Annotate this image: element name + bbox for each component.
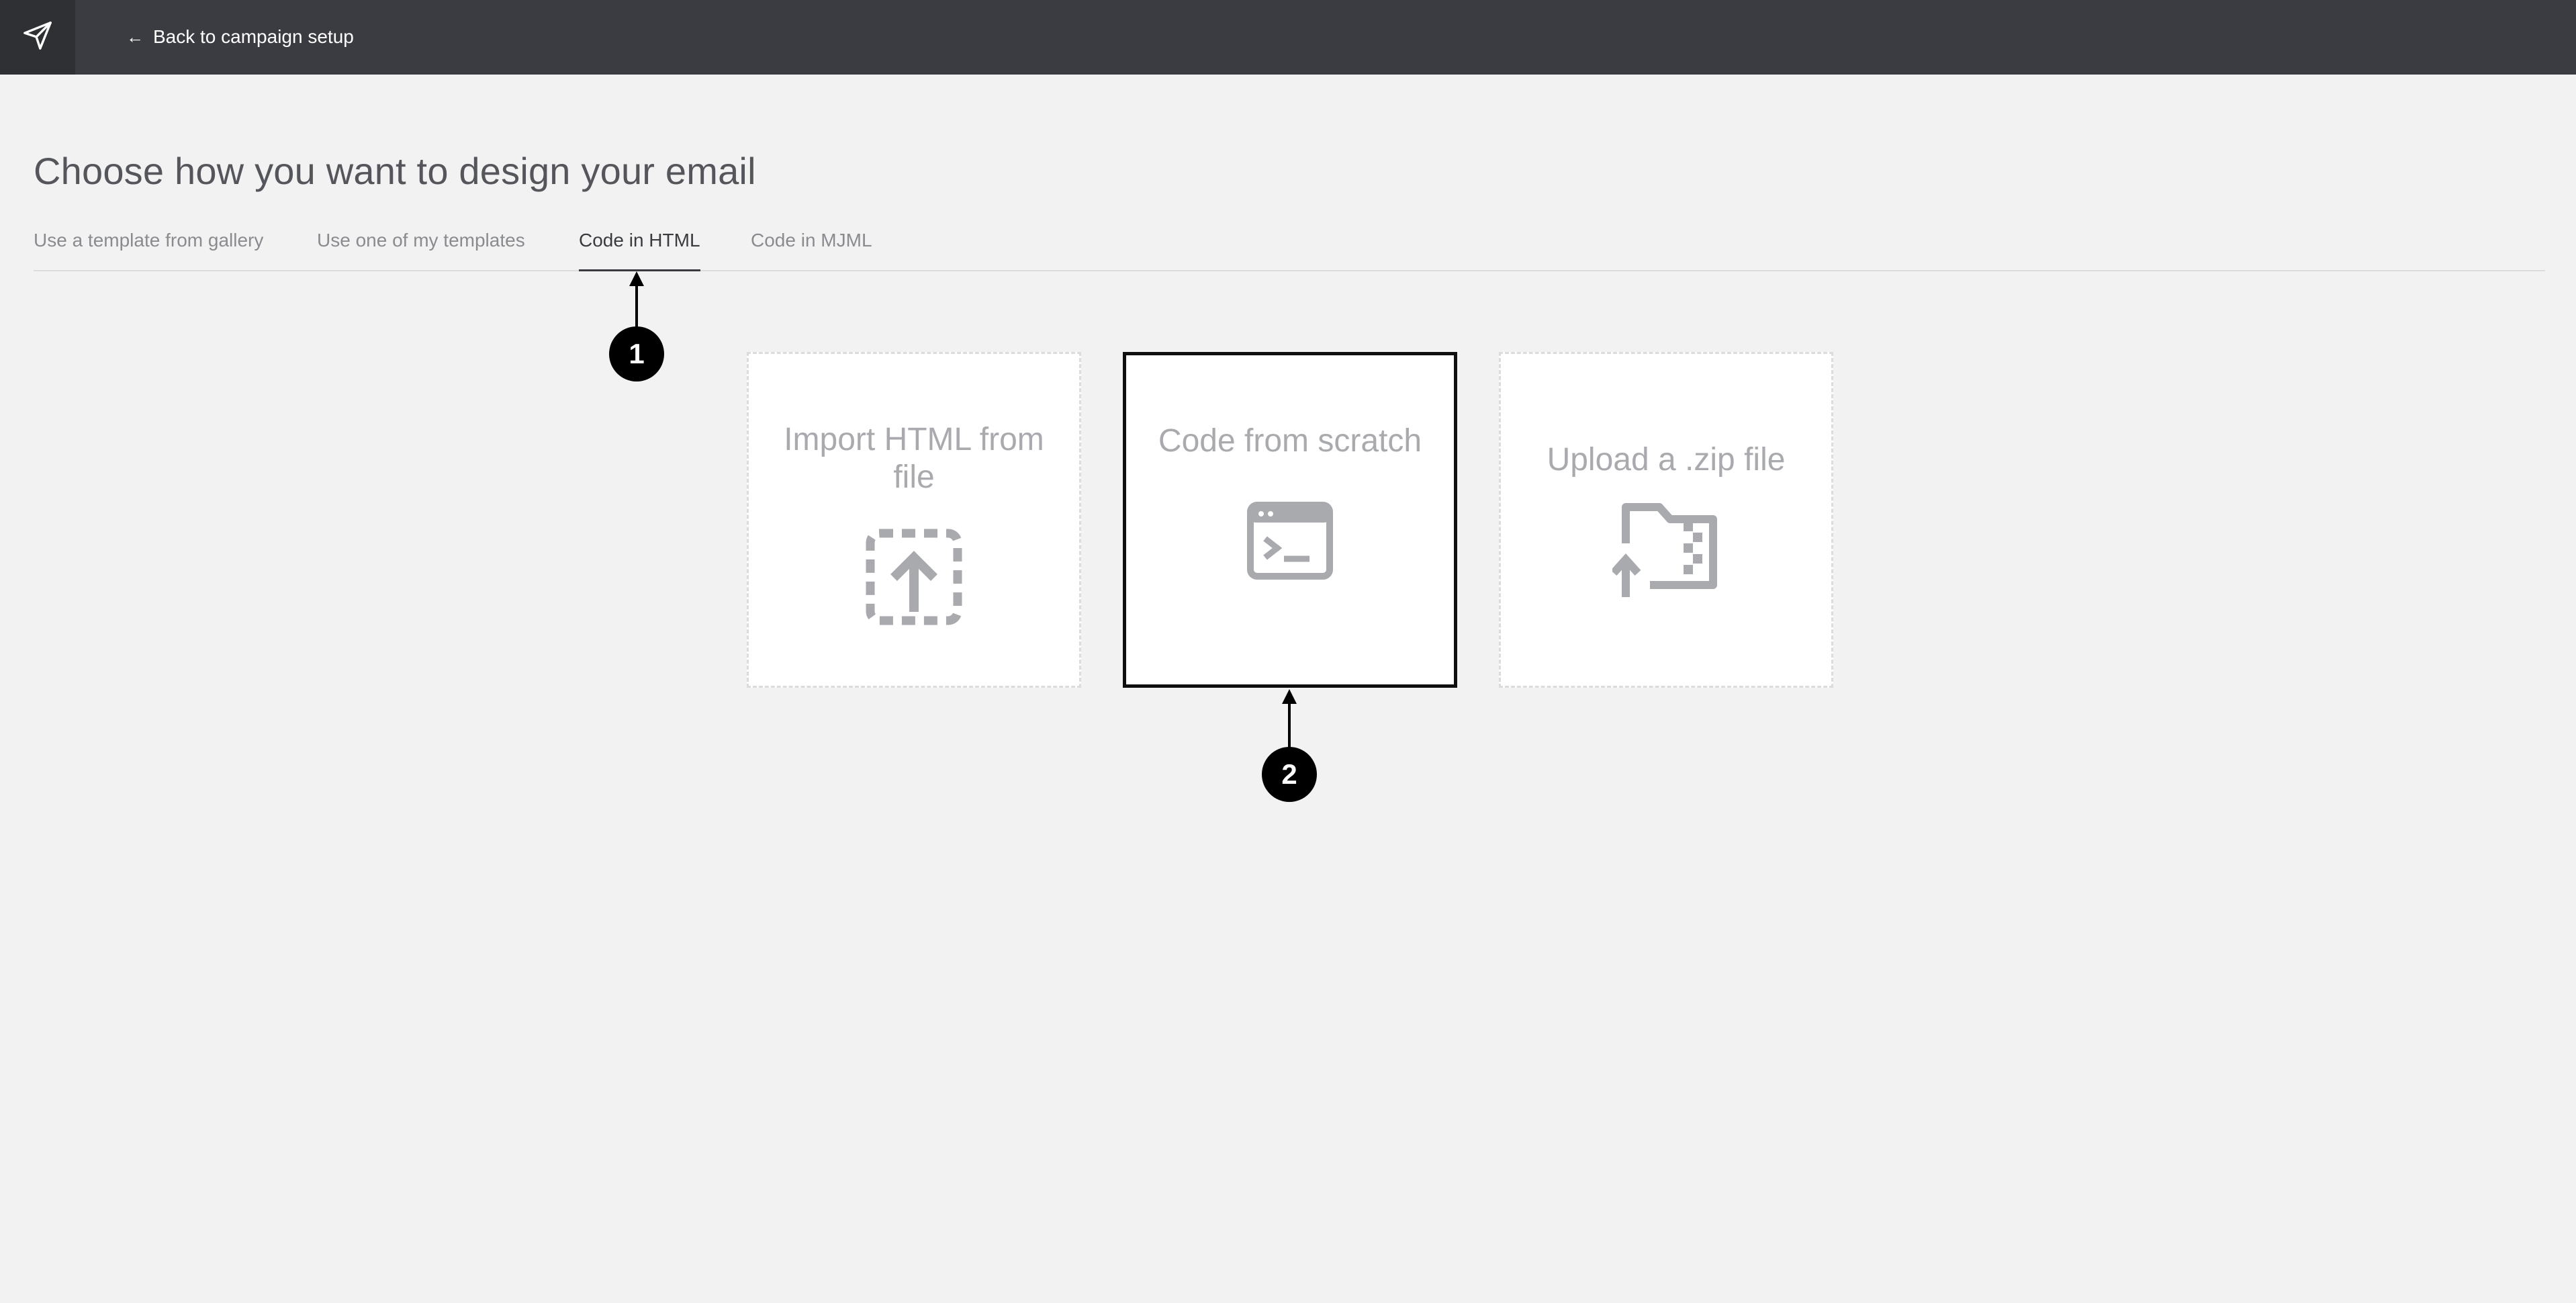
callout-2-line	[1288, 703, 1291, 750]
tab-code-in-mjml[interactable]: Code in MJML	[751, 222, 872, 271]
code-window-icon	[1236, 487, 1344, 594]
card-title: Upload a .zip file	[1547, 442, 1786, 478]
callout-1-badge: 1	[609, 326, 664, 381]
app-logo[interactable]	[0, 0, 75, 75]
upload-dashed-box-icon	[860, 523, 968, 631]
page-title: Choose how you want to design your email	[34, 150, 756, 192]
code-from-scratch-card[interactable]: Code from scratch	[1123, 352, 1457, 688]
callout-2-arrowhead	[1282, 689, 1297, 704]
paper-plane-icon	[22, 20, 53, 54]
callout-1-line	[635, 285, 638, 330]
card-title: Import HTML from file	[784, 422, 1044, 495]
back-to-campaign-setup-link[interactable]: ← Back to campaign setup	[126, 23, 354, 51]
design-method-tabs: Use a template from gallery Use one of m…	[34, 222, 2545, 271]
top-bar: ← Back to campaign setup	[0, 0, 2576, 75]
back-arrow-icon: ←	[126, 27, 144, 47]
tab-my-templates[interactable]: Use one of my templates	[317, 222, 525, 271]
tab-template-gallery[interactable]: Use a template from gallery	[34, 222, 263, 271]
tab-code-in-html[interactable]: Code in HTML	[579, 222, 700, 271]
callout-1-arrowhead	[629, 271, 644, 286]
zip-folder-upload-icon	[1612, 495, 1720, 602]
back-link-label: Back to campaign setup	[153, 26, 354, 47]
card-title: Code from scratch	[1158, 423, 1422, 459]
import-html-card[interactable]: Import HTML from file	[747, 352, 1081, 688]
upload-zip-card[interactable]: Upload a .zip file	[1499, 352, 1833, 688]
callout-2-badge: 2	[1262, 747, 1317, 802]
